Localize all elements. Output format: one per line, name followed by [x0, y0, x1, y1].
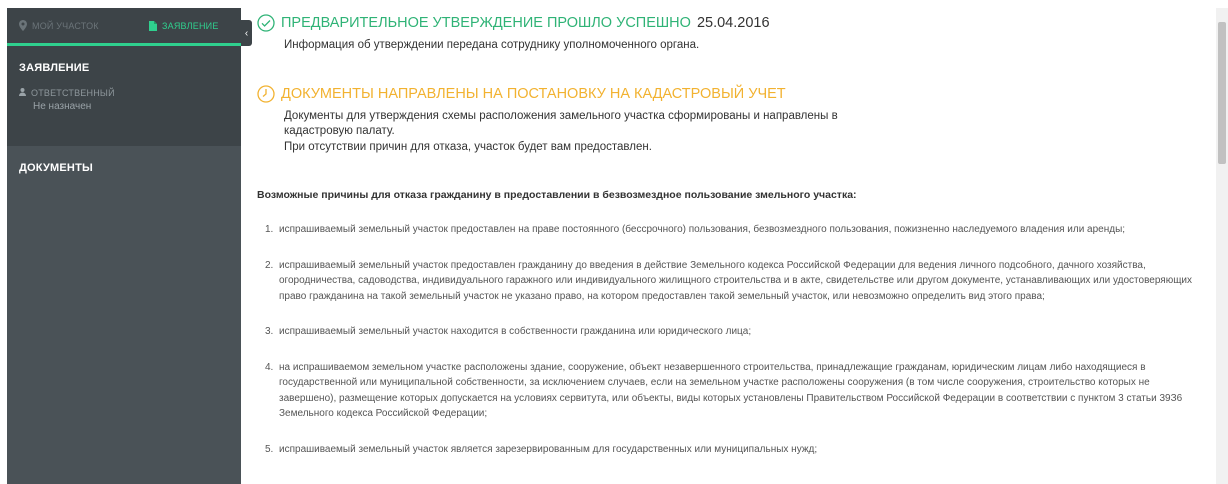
tab-my-plot[interactable]: мой участок [19, 8, 99, 43]
tab-application-label: заявление [162, 20, 219, 31]
sidebar-tabs: мой участок заявление [7, 8, 241, 46]
status-cadastral-title: ДОКУМЕНТЫ НАПРАВЛЕНЫ НА ПОСТАНОВКУ НА КА… [281, 85, 786, 102]
list-item-text: испрашиваемый земельный участок предоста… [279, 259, 1193, 302]
list-item: 2. испрашиваемый земельный участок предо… [265, 258, 1200, 305]
vertical-scrollbar[interactable] [1216, 8, 1228, 484]
main-content: ПРЕДВАРИТЕЛЬНОЕ УТВЕРЖДЕНИЕ ПРОШЛО УСПЕШ… [257, 14, 1207, 477]
status-approved-text: Информация об утверждении передана сотру… [284, 39, 700, 51]
list-item-text: испрашиваемый земельный участок находитс… [279, 326, 752, 337]
scrollbar-thumb[interactable] [1218, 22, 1226, 164]
status-cadastral: ДОКУМЕНТЫ НАПРАВЛЕНЫ НА ПОСТАНОВКУ НА КА… [257, 84, 1207, 156]
map-pin-icon [19, 20, 27, 31]
status-cadastral-line1: Документы для утверждения схемы располож… [284, 109, 838, 138]
status-cadastral-text: Документы для утверждения схемы располож… [284, 109, 904, 156]
status-cadastral-line2: При отсутствии причин для отказа, участо… [284, 140, 652, 153]
sidebar: мой участок заявление ‹ ЗАЯВЛЕНИЕ ответс… [7, 8, 252, 484]
status-approved-heading: ПРЕДВАРИТЕЛЬНОЕ УТВЕРЖДЕНИЕ ПРОШЛО УСПЕШ… [257, 14, 1207, 32]
application-section: ЗАЯВЛЕНИЕ ответственный Не назначен [7, 46, 241, 146]
check-circle-icon [257, 14, 275, 32]
user-icon [19, 88, 26, 98]
status-approved-date: 25.04.2016 [696, 15, 770, 31]
documents-section[interactable]: ДОКУМЕНТЫ [7, 146, 241, 190]
status-approved-title: ПРЕДВАРИТЕЛЬНОЕ УТВЕРЖДЕНИЕ ПРОШЛО УСПЕШ… [281, 15, 691, 31]
list-item: 4. на испрашиваемом земельном участке ра… [265, 360, 1200, 422]
status-cadastral-heading: ДОКУМЕНТЫ НАПРАВЛЕНЫ НА ПОСТАНОВКУ НА КА… [257, 84, 1207, 103]
list-item-text: на испрашиваемом земельном участке распо… [279, 361, 1183, 420]
tab-my-plot-label: мой участок [32, 20, 99, 31]
list-item: 3. испрашиваемый земельный участок наход… [265, 324, 1200, 340]
sidebar-collapse-button[interactable]: ‹ [241, 20, 252, 46]
application-title: ЗАЯВЛЕНИЕ [19, 62, 90, 74]
list-item: 5. испрашиваемый земельный участок являе… [265, 442, 1200, 458]
list-item-number: 4. [265, 361, 274, 373]
responsible-row: ответственный [19, 88, 229, 98]
clock-icon [257, 84, 275, 103]
list-item: 1. испрашиваемый земельный участок предо… [265, 222, 1200, 238]
document-icon [149, 20, 157, 31]
reasons-heading: Возможные причины для отказа гражданину … [257, 189, 857, 201]
list-item-number: 1. [265, 224, 274, 235]
status-approved: ПРЕДВАРИТЕЛЬНОЕ УТВЕРЖДЕНИЕ ПРОШЛО УСПЕШ… [257, 14, 1207, 54]
list-item-text: испрашиваемый земельный участок предоста… [279, 224, 1126, 235]
tab-application[interactable]: заявление [149, 8, 219, 43]
list-item-number: 2. [265, 259, 274, 271]
responsible-value: Не назначен [33, 101, 92, 112]
responsible-label: ответственный [31, 88, 115, 98]
list-item-number: 3. [265, 326, 274, 337]
reasons-list: 1. испрашиваемый земельный участок предо… [257, 222, 1207, 457]
list-item-text: испрашиваемый земельный участок является… [279, 443, 818, 455]
chevron-left-icon: ‹ [244, 27, 249, 39]
documents-title: ДОКУМЕНТЫ [19, 162, 93, 174]
list-item-number: 5. [265, 443, 274, 455]
